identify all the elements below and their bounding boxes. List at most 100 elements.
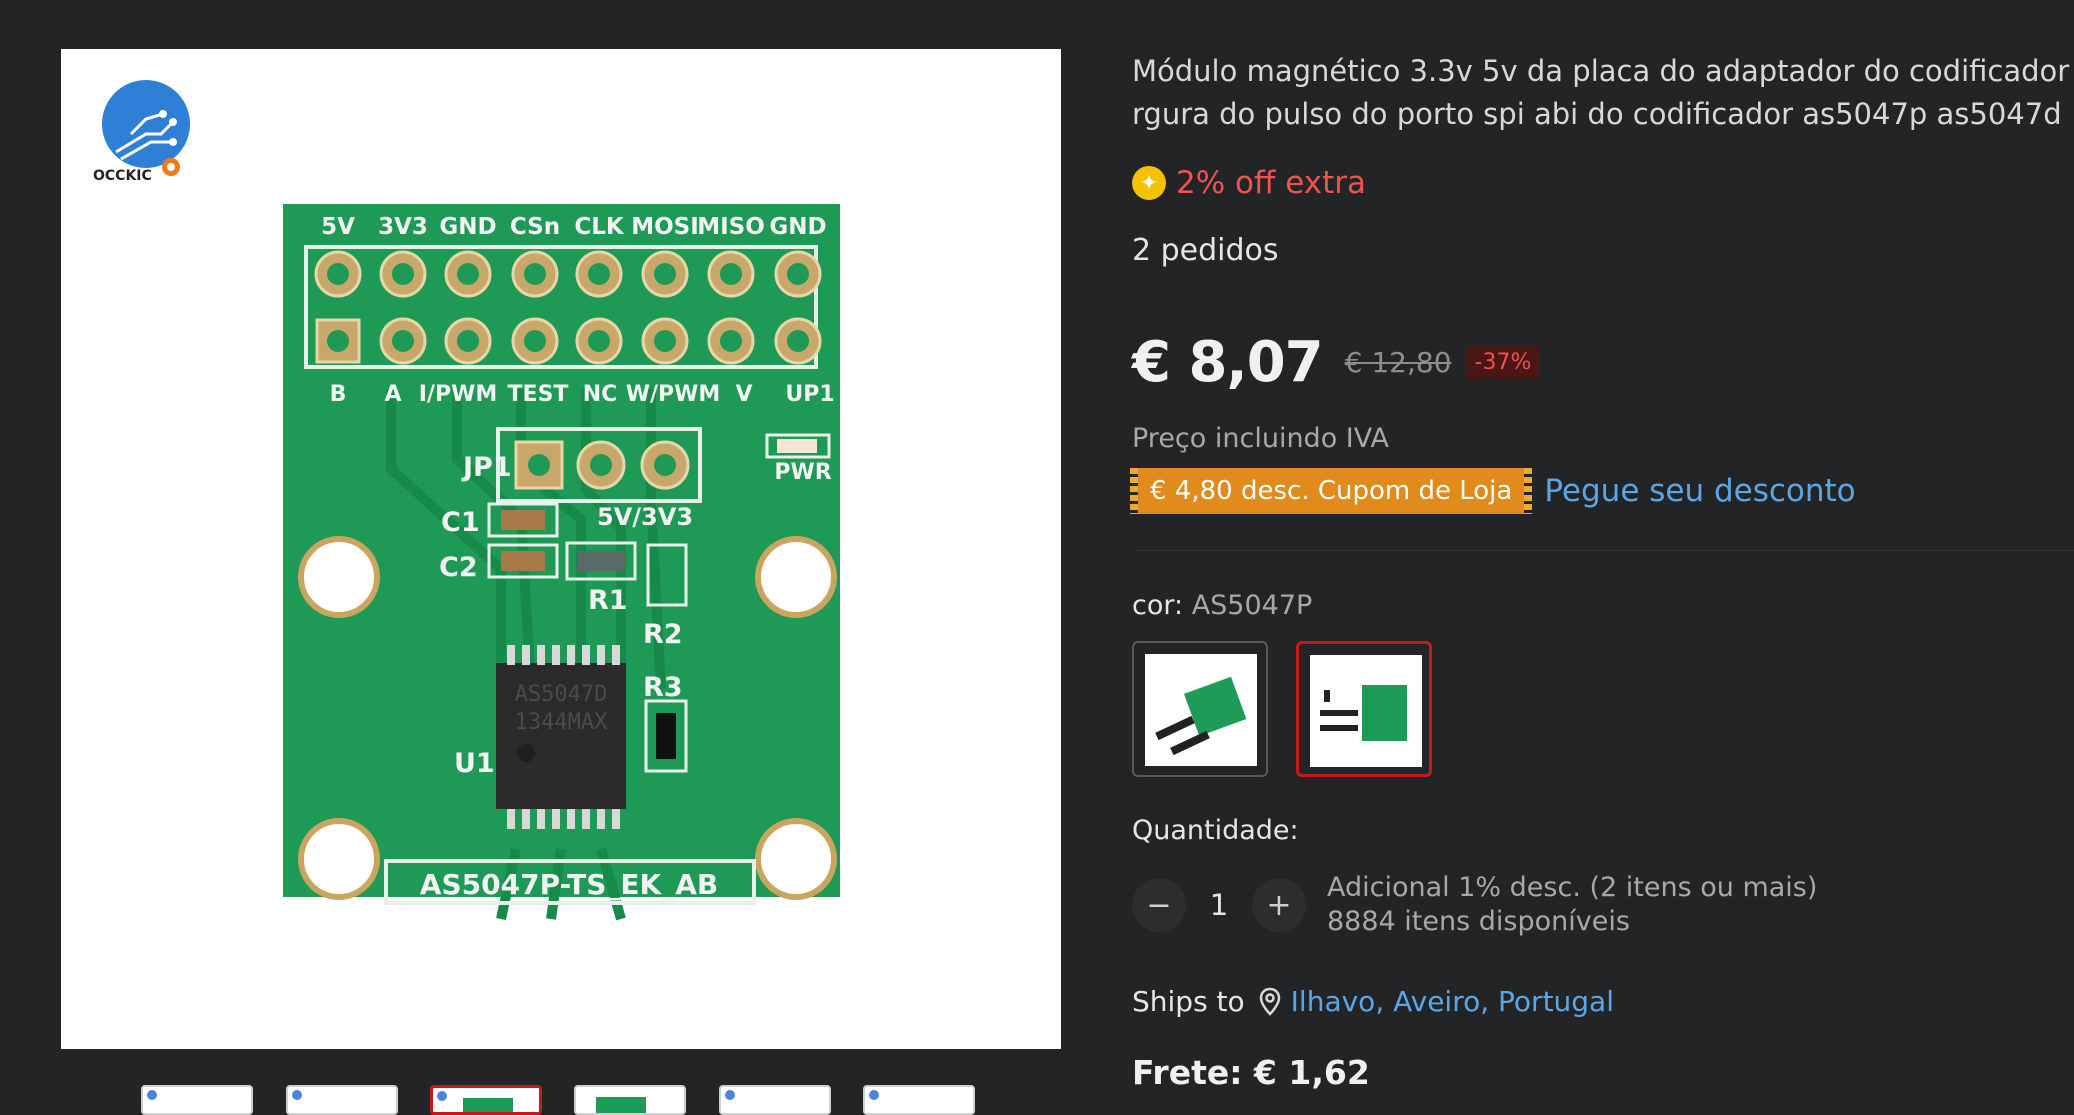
quantity-stepper: − 1 + xyxy=(1132,878,1306,932)
vat-note: Preço incluindo IVA xyxy=(1132,423,1389,454)
thumbnail-3[interactable] xyxy=(430,1085,542,1115)
pcb-pad-hole xyxy=(720,330,742,352)
pcb-pad-hole xyxy=(654,263,676,285)
coin-icon: ✦ xyxy=(1132,166,1166,200)
location-pin-icon xyxy=(1259,987,1280,1016)
u1-label: U1 xyxy=(454,748,495,779)
chip-pin xyxy=(522,645,530,665)
pcb-pad-hole xyxy=(588,330,610,352)
extra-discount-row: ✦ 2% off extra xyxy=(1132,165,1366,201)
thumbnail-6[interactable] xyxy=(863,1085,975,1115)
pin-label: MISO xyxy=(697,214,765,240)
increment-button[interactable]: + xyxy=(1252,878,1306,932)
pcb-pad-hole xyxy=(654,330,676,352)
store-coupon[interactable]: € 4,80 desc. Cupom de Loja xyxy=(1129,468,1533,514)
chip-pin xyxy=(582,809,590,829)
coupon-row: € 4,80 desc. Cupom de Loja Pegue seu des… xyxy=(1129,468,1856,514)
pin-label: 3V3 xyxy=(378,214,428,240)
ships-to-label: Ships to xyxy=(1132,985,1245,1018)
color-label: cor: AS5047P xyxy=(1132,590,1312,621)
pin-label: NC xyxy=(583,382,618,407)
brand-logo: OCCKIC xyxy=(91,74,201,184)
original-price: € 12,80 xyxy=(1344,346,1452,379)
color-label-text: cor: xyxy=(1132,590,1184,621)
pcb-pad-hole xyxy=(787,263,809,285)
pin-label: W/PWM xyxy=(626,382,721,407)
pin-label: GND xyxy=(439,214,496,240)
chip-pin xyxy=(507,809,515,829)
r1-label: R1 xyxy=(588,585,628,616)
sel-label: 5V/3V3 xyxy=(597,503,693,531)
brand-logo-text: OCCKIC xyxy=(93,168,152,184)
chip-pin xyxy=(582,645,590,665)
quantity-label: Quantidade: xyxy=(1132,815,1299,846)
product-title-line: rgura do pulso do porto spi abi do codif… xyxy=(1132,97,2062,131)
pin-label: MOSI xyxy=(631,214,699,240)
color-swatch-1[interactable] xyxy=(1132,641,1268,777)
chip-pin xyxy=(597,809,605,829)
pin-label: UP1 xyxy=(785,382,834,407)
ships-to-row: Ships to Ilhavo, Aveiro, Portugal xyxy=(1132,985,1614,1018)
freight-cost: Frete: € 1,62 xyxy=(1132,1053,1370,1092)
thumbnail-4[interactable] xyxy=(574,1085,686,1115)
pwr-label: PWR xyxy=(774,460,831,485)
pin-label: 5V xyxy=(321,214,355,240)
chip-pin xyxy=(612,645,620,665)
extra-discount-text: 2% off extra xyxy=(1176,165,1366,201)
board-name-label: AS5047P-TS_EK_AB xyxy=(420,868,718,901)
r2-label: R2 xyxy=(643,619,683,650)
chip-marking-line2: 1344MAX xyxy=(515,710,608,735)
color-value: AS5047P xyxy=(1191,590,1313,621)
pin-label: B xyxy=(330,382,347,407)
price-row: € 8,07 € 12,80 -37% xyxy=(1132,330,1541,395)
chip-pin xyxy=(567,645,575,665)
discount-badge: -37% xyxy=(1465,346,1541,379)
product-title-line: Módulo magnético 3.3v 5v da placa do ada… xyxy=(1132,54,2074,88)
chip-pin xyxy=(552,645,560,665)
product-title: Módulo magnético 3.3v 5v da placa do ada… xyxy=(1132,50,2074,136)
pcb-pad-hole xyxy=(787,330,809,352)
chip-pin xyxy=(537,809,545,829)
c2-label: C2 xyxy=(439,552,478,583)
pin-label: V xyxy=(735,382,752,407)
chip-pin xyxy=(537,645,545,665)
bulk-discount-note: Adicional 1% desc. (2 itens ou mais) xyxy=(1327,872,1818,903)
quantity-value[interactable]: 1 xyxy=(1186,888,1252,922)
main-product-image[interactable]: 5V 3V3 GND CSn CLK MOSI MISO GND B A I/P… xyxy=(61,49,1061,1049)
decrement-button[interactable]: − xyxy=(1132,878,1186,932)
pcb-pad-hole xyxy=(392,330,414,352)
pin-label: A xyxy=(384,382,401,407)
pin-label: CSn xyxy=(510,214,560,240)
quantity-notes: Adicional 1% desc. (2 itens ou mais) 888… xyxy=(1327,871,1817,939)
get-discount-link[interactable]: Pegue seu desconto xyxy=(1544,473,1855,509)
orders-count: 2 pedidos xyxy=(1132,233,1279,268)
thumbnail-2[interactable] xyxy=(286,1085,398,1115)
chip-pin xyxy=(597,645,605,665)
stock-note: 8884 itens disponíveis xyxy=(1327,906,1630,937)
chip-pin xyxy=(567,809,575,829)
chip-pin xyxy=(552,809,560,829)
pin-label: I/PWM xyxy=(419,382,498,407)
chip-pin xyxy=(612,809,620,829)
c1-label: C1 xyxy=(441,507,480,538)
thumbnail-1[interactable] xyxy=(141,1085,253,1115)
pcb-pad-hole xyxy=(392,263,414,285)
pcb-pad-hole xyxy=(457,330,479,352)
thumbnail-5[interactable] xyxy=(719,1085,831,1115)
pcb-pad-hole xyxy=(524,263,546,285)
chip-pin xyxy=(522,809,530,829)
pcb-pad-hole xyxy=(327,330,349,352)
pin-label: GND xyxy=(769,214,826,240)
divider xyxy=(1132,550,2074,551)
jp1-label: JP1 xyxy=(461,452,512,483)
chip-marking-line1: AS5047D xyxy=(515,682,608,707)
pin-label: CLK xyxy=(574,214,625,240)
r3-label: R3 xyxy=(643,672,683,703)
pcb-pad-hole xyxy=(524,330,546,352)
ships-to-location[interactable]: Ilhavo, Aveiro, Portugal xyxy=(1291,985,1614,1018)
pcb-pad-hole xyxy=(588,263,610,285)
color-swatch-2[interactable] xyxy=(1296,641,1432,777)
current-price: € 8,07 xyxy=(1132,330,1324,395)
pin-label: TEST xyxy=(508,382,569,407)
pcb-illustration: 5V 3V3 GND CSn CLK MOSI MISO GND B A I/P… xyxy=(283,204,840,921)
